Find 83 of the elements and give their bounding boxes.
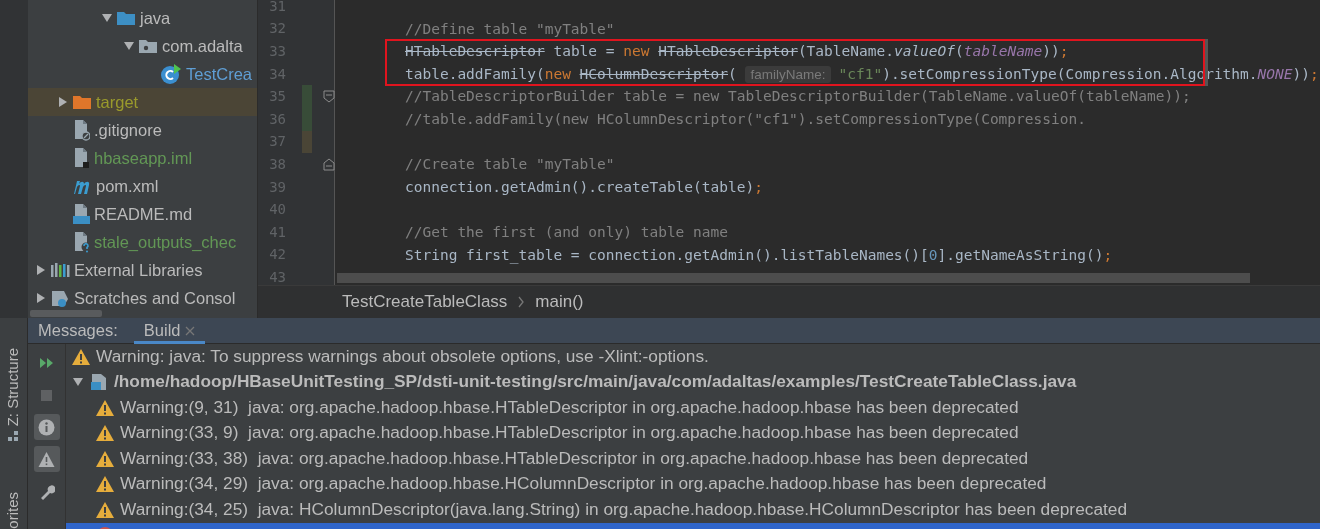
- panel-title: Messages:: [38, 320, 118, 342]
- breadcrumb[interactable]: main(): [535, 289, 584, 315]
- tree-item[interactable]: stale_outputs_chec: [28, 228, 257, 256]
- message-row[interactable]: Warning: java: To suppress warnings about obsolete options, use -Xlint:-options.: [66, 344, 1320, 370]
- file-icon: [72, 147, 90, 169]
- tree-item[interactable]: com.adalta: [28, 32, 257, 60]
- tree-item[interactable]: Scratches and Consol: [28, 284, 257, 312]
- code-line: connection.getAdmin().createTable(table);: [405, 178, 763, 195]
- message-text: /home/hadoop/HBaseUnitTesting_SP/dsti-unit-testing/src/main/java/com/adaltas/examples/TestCreateTableClass.java: [114, 370, 1077, 394]
- code-line: //Get the first (and only) table name: [405, 223, 728, 240]
- code-line: HTableDescriptor table = new HTableDescriptor(TableName.valueOf(tableName));: [405, 43, 1069, 60]
- scratch-icon: [50, 289, 70, 307]
- tree-item[interactable]: .gitignore: [28, 116, 257, 144]
- tree-item[interactable]: TestCrea: [28, 60, 257, 88]
- message-row[interactable]: Warning:(9, 31) java: org.apache.hadoop.hbase.HTableDescriptor in org.apache.hadoop.hbase has been deprecated: [66, 395, 1320, 421]
- tree-item-label: java: [140, 7, 171, 29]
- message-text: Warning: java: To suppress warnings about obsolete options, use -Xlint:-options.: [96, 344, 709, 368]
- expanded-arrow-icon: [101, 12, 113, 24]
- message-row[interactable]: Warning:(33, 9) java: org.apache.hadoop.hbase.HTableDescriptor in org.apache.hadoop.hbase has been deprecated: [66, 420, 1320, 446]
- structure-icon: [7, 430, 20, 443]
- message-text: Warning:(33, 9) java: org.apache.hadoop.hbase.HTableDescriptor in org.apache.hadoop.hbase has been deprecated: [120, 421, 1019, 445]
- message-text: Warning:(34, 29) java: org.apache.hadoop.hbase.HColumnDescriptor in org.apache.hadoop.hbase has been deprecated: [120, 472, 1047, 496]
- tree-item[interactable]: target: [28, 88, 257, 116]
- message-text: Warning:(9, 31) java: org.apache.hadoop.hbase.HTableDescriptor in org.apache.hadoop.hbase has been deprecated: [120, 395, 1019, 419]
- tree-item[interactable]: README.md: [28, 200, 257, 228]
- panel-tab[interactable]: Build: [133, 317, 205, 344]
- scrollbar[interactable]: [30, 310, 102, 317]
- library-icon: [50, 261, 70, 279]
- warning-icon: [96, 450, 114, 467]
- message-text: Warning:(33, 38) java: org.apache.hadoop.hbase.HTableDescriptor in org.apache.hadoop.hbase has been deprecated: [120, 446, 1029, 470]
- warning-icon: [96, 399, 114, 416]
- scrollbar[interactable]: [337, 273, 1250, 283]
- tree-item-label: target: [96, 91, 139, 113]
- collapsed-arrow-icon: [57, 96, 69, 108]
- package-icon: [138, 37, 158, 55]
- code-line: //table.addFamily(new HColumnDescriptor("cf1").setCompressionType(Compression.: [405, 110, 1086, 127]
- java-file-icon: [90, 373, 108, 392]
- fold-icon[interactable]: [323, 158, 335, 172]
- folder-icon: [72, 93, 92, 111]
- warning-icon: [96, 476, 114, 493]
- close-icon: [184, 325, 195, 336]
- code-line: //Define table "myTable": [405, 20, 615, 37]
- expanded-arrow-icon: [123, 40, 135, 52]
- code-line: String first_table = connection.getAdmin().listTableNames()[0].getNameAsString();: [405, 246, 1113, 263]
- tree-item[interactable]: pom.xml: [28, 172, 257, 200]
- message-row[interactable]: Warning:(34, 25) java: HColumnDescriptor(java.lang.String) in org.apache.hadoop.hbase.HColumnDescriptor has been deprecated: [66, 497, 1320, 523]
- breadcrumb[interactable]: TestCreateTableClass: [342, 289, 508, 315]
- code-line: //TableDescriptorBuilder table = new TableDescriptorBuilder(TableName.valueOf(tableName));: [405, 88, 1191, 105]
- tree-item-label: stale_outputs_chec: [94, 231, 237, 253]
- warning-icon: [96, 501, 114, 518]
- tree-item-label: com.adalta: [162, 35, 243, 57]
- side-tab[interactable]: orites: [2, 492, 25, 529]
- tree-item[interactable]: hbaseapp.iml: [28, 144, 257, 172]
- file-icon: [72, 119, 90, 141]
- fold-icon[interactable]: [323, 90, 335, 104]
- tree-item-label: README.md: [94, 203, 193, 225]
- message-row[interactable]: /home/hadoop/HBaseUnitTesting_SP/dsti-unit-testing/src/main/java/com/adaltas/examples/TestCreateTableClass.java: [66, 369, 1320, 395]
- info-button[interactable]: [33, 414, 60, 440]
- warning-button[interactable]: [33, 446, 60, 472]
- warning-icon: [72, 348, 90, 365]
- code-line: //Create table "myTable": [405, 156, 615, 173]
- warning-icon: [38, 450, 55, 468]
- tree-item-label: pom.xml: [96, 175, 159, 197]
- tree-item-label: TestCrea: [186, 63, 253, 85]
- chevron-icon: [517, 296, 526, 308]
- warning-icon: [96, 425, 114, 442]
- message-row[interactable]: Warning:(33, 38) java: org.apache.hadoop.hbase.HTableDescriptor in org.apache.hadoop.hbase has been deprecated: [66, 446, 1320, 472]
- folder-icon: [116, 9, 136, 27]
- tree-item[interactable]: External Libraries: [28, 256, 257, 284]
- tree-item-label: .gitignore: [94, 119, 162, 141]
- class-icon: [160, 63, 182, 85]
- file-icon: [72, 231, 90, 253]
- info-icon: [38, 418, 55, 436]
- tree-item-label: Scratches and Consol: [74, 287, 236, 309]
- collapsed-arrow-icon: [35, 264, 47, 276]
- message-row[interactable]: Warning:(34, 29) java: org.apache.hadoop.hbase.HColumnDescriptor in org.apache.hadoop.hbase has been deprecated: [66, 471, 1320, 497]
- markdown-file-icon: [72, 203, 90, 225]
- tree-item-label: External Libraries: [74, 259, 203, 281]
- tree-item[interactable]: java: [28, 4, 257, 32]
- side-tab[interactable]: Z: Structure: [2, 348, 25, 427]
- collapsed-arrow-icon: [35, 292, 47, 304]
- tree-item-label: hbaseapp.iml: [94, 147, 193, 169]
- message-text: Warning:(34, 25) java: HColumnDescriptor(java.lang.String) in org.apache.hadoop.hbase.HColumnDescriptor has been deprecated: [120, 497, 1127, 521]
